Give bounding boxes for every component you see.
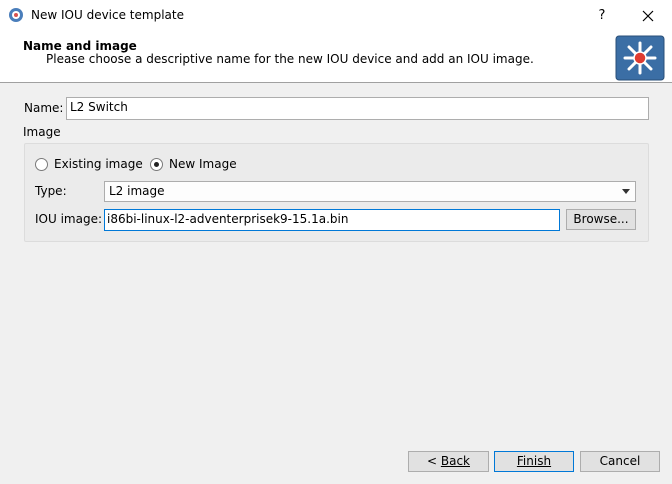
finish-button[interactable]: Finish [494, 451, 574, 472]
back-label: Back [440, 454, 470, 468]
new-image-radio[interactable]: New Image [150, 157, 237, 171]
cancel-button[interactable]: Cancel [580, 451, 660, 472]
close-icon [642, 10, 654, 21]
iou-image-field[interactable]: i86bi-linux-l2-adventerprisek9-15.1a.bin [104, 209, 560, 231]
radio-indicator-selected [150, 157, 163, 171]
image-group-label: Image [23, 125, 61, 139]
page-subtitle: Please choose a descriptive name for the… [46, 52, 534, 66]
type-value: L2 image [109, 184, 165, 198]
gns3-icon [9, 8, 23, 22]
iou-image-label: IOU image: [35, 212, 103, 226]
new-image-label: New Image [169, 157, 237, 171]
help-button[interactable]: ? [588, 0, 616, 31]
type-select[interactable]: L2 image [104, 181, 636, 202]
multilayer-switch-icon [615, 35, 665, 81]
existing-image-radio[interactable]: Existing image [35, 157, 143, 171]
name-field[interactable]: L2 Switch [66, 97, 649, 120]
wizard-header: Name and image Please choose a descripti… [0, 31, 672, 83]
title-bar: New IOU device template ? [0, 0, 672, 31]
browse-button[interactable]: Browse... [566, 209, 636, 230]
window-title: New IOU device template [31, 8, 184, 22]
chevron-down-icon [622, 189, 630, 194]
type-label: Type: [35, 184, 67, 198]
existing-image-label: Existing image [54, 157, 143, 171]
name-label: Name: [24, 101, 64, 115]
finish-label: Finish [516, 454, 552, 468]
browse-label: Browse... [573, 212, 629, 226]
radio-indicator [35, 157, 48, 171]
cancel-label: Cancel [599, 454, 641, 468]
close-button[interactable] [626, 0, 670, 31]
back-button[interactable]: < Back [408, 451, 489, 472]
page-title: Name and image [23, 39, 137, 53]
